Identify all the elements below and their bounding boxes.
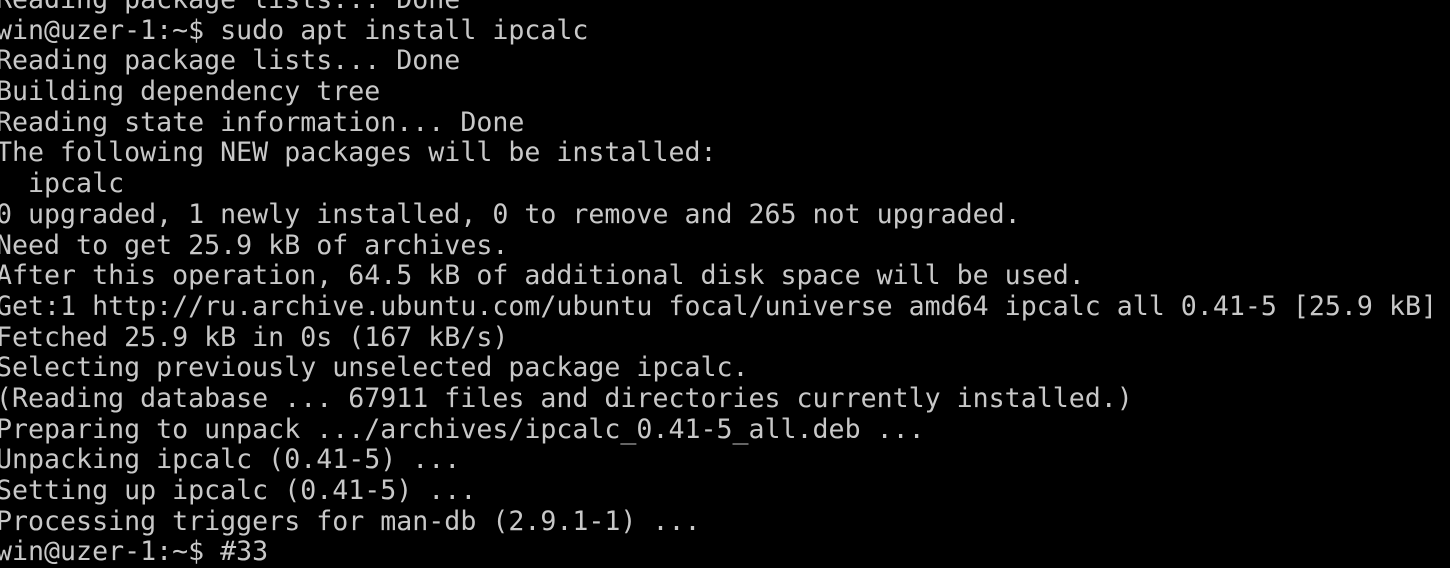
terminal-line: Building dependency tree — [0, 76, 381, 108]
terminal-line: Need to get 25.9 kB of archives. — [0, 229, 509, 261]
terminal-line: After this operation, 64.5 kB of additio… — [0, 260, 1085, 292]
terminal-line: The following NEW packages will be insta… — [0, 137, 717, 169]
terminal-line: Selecting previously unselected package … — [0, 352, 749, 384]
terminal-line: 0 upgraded, 1 newly installed, 0 to remo… — [0, 198, 1021, 230]
terminal-line: ipcalc — [0, 168, 125, 200]
terminal-line: Preparing to unpack .../archives/ipcalc_… — [0, 413, 925, 445]
terminal-command-line: win@uzer-1:~$ sudo apt install ipcalc — [0, 14, 589, 46]
terminal-window[interactable]: Reading package lists... Done win@uzer-1… — [0, 0, 1450, 568]
terminal-line: Setting up ipcalc (0.41-5) ... — [0, 475, 477, 506]
terminal-line: Reading package lists... Done — [0, 45, 461, 77]
terminal-line: Reading state information... Done — [0, 106, 525, 138]
terminal-line: Reading package lists... Done — [0, 0, 1450, 16]
terminal-line: Get:1 http://ru.archive.ubuntu.com/ubunt… — [0, 290, 1437, 322]
terminal-line: Fetched 25.9 kB in 0s (167 kB/s) — [0, 321, 509, 353]
terminal-line: (Reading database ... 67911 files and di… — [0, 382, 1133, 414]
terminal-line: Unpacking ipcalc (0.41-5) ... — [0, 444, 461, 476]
terminal-line: Processing triggers for man-db (2.9.1-1)… — [0, 505, 701, 537]
